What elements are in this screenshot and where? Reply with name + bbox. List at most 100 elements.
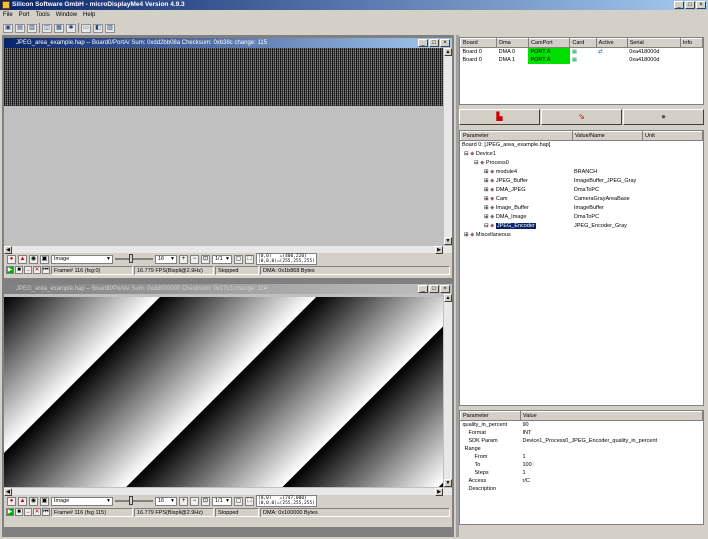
minimize-icon[interactable]: _ [418, 39, 428, 47]
tree-node-device1[interactable]: ⊟ ◆ Device1 [462, 150, 703, 159]
column-header[interactable]: Serial [626, 38, 681, 48]
record-dot-icon[interactable]: ● [623, 109, 704, 125]
minimize-icon[interactable]: _ [418, 285, 428, 293]
settings-icon[interactable]: ✱ [66, 23, 76, 33]
maximize-icon[interactable]: □ [429, 285, 439, 293]
zoom-in-icon[interactable]: + [179, 496, 188, 506]
tree-node-miscellaneous[interactable]: ⊞ ◆ Miscellaneous [462, 231, 703, 240]
vertical-scrollbar[interactable]: ▲ ▼ [443, 48, 452, 245]
scroll-left-icon[interactable]: ◀ [4, 246, 12, 254]
property-row[interactable]: Steps 1 [461, 469, 703, 477]
tree-node-dma-image[interactable]: ⊞ ◆ DMA_Image DmaToPC [462, 213, 703, 222]
step-icon[interactable]: ⏮ [42, 266, 50, 274]
zoom-fit-icon[interactable]: ⊡ [201, 496, 210, 506]
split-icon[interactable]: ◧ [93, 23, 103, 33]
save-icon[interactable]: ▥ [27, 23, 37, 33]
property-row[interactable]: Description [461, 485, 703, 493]
table-row[interactable]: Board 0 DMA 1 PORT A ▦ 0xa418000d [461, 55, 703, 64]
gradient-stripes-image[interactable] [4, 297, 443, 487]
slider-thumb[interactable] [129, 254, 133, 263]
column-header[interactable]: CamPort [527, 38, 571, 48]
horizontal-scrollbar[interactable]: ◀ ▶ [4, 487, 452, 496]
tree-node-dma-jpeg[interactable]: ⊞ ◆ DMA_JPEG DmaToPC [462, 186, 703, 195]
tree-node-jpeg-encoder[interactable]: ⊟ ◆ JPEG_Encoder JPEG_Encoder_Gray [462, 222, 703, 231]
zoom-select[interactable]: 16 [155, 254, 177, 264]
tree-node-process0[interactable]: ⊟ ◆ Process0 [462, 159, 703, 168]
record-icon[interactable]: ● [7, 254, 16, 264]
scroll-right-icon[interactable]: ▶ [435, 246, 443, 254]
scale-select[interactable]: 1/1 [212, 254, 232, 264]
menu-help[interactable]: Help [83, 10, 95, 21]
camera-icon[interactable]: ◫ [42, 23, 52, 33]
step-icon[interactable]: ⏮ [42, 508, 50, 516]
chart-icon[interactable]: ▙ [459, 109, 540, 125]
histogram-icon[interactable]: ▲ [18, 496, 27, 506]
menu-window[interactable]: Window [56, 10, 77, 21]
zoom-fit-icon[interactable]: ⊡ [201, 254, 210, 264]
column-header[interactable]: Value/Name [572, 131, 643, 141]
tree-node-module4[interactable]: ⊞ ◆ module4 BRANCH [462, 168, 703, 177]
zoom-select[interactable]: 16 [155, 496, 177, 506]
histogram-icon[interactable]: ▲ [18, 254, 27, 264]
property-row[interactable]: Range [461, 445, 703, 453]
zoom-out-icon[interactable]: − [190, 254, 199, 264]
board-icon[interactable]: ▦ [54, 23, 64, 33]
close-icon[interactable]: × [440, 39, 450, 47]
table-row[interactable]: Board 0 DMA 0 PORT A ▦ ⇄ 0xa418000d [461, 47, 703, 56]
load-icon[interactable]: ▤ [15, 23, 25, 33]
display-icon[interactable]: ▭ [81, 23, 91, 33]
stop-icon[interactable]: ■ [15, 266, 23, 274]
column-header[interactable]: Active [595, 38, 628, 48]
snapshot-icon[interactable]: ▣ [40, 496, 49, 506]
column-header[interactable]: Parameter [460, 411, 521, 421]
open-icon[interactable]: ▣ [3, 23, 13, 33]
fullscreen-icon[interactable]: ⛶ [245, 254, 254, 264]
vertical-scrollbar[interactable]: ▲ ▼ [443, 294, 452, 487]
property-row[interactable]: Access r/C [461, 477, 703, 485]
record-icon[interactable]: ● [7, 496, 16, 506]
property-row[interactable]: Format INT [461, 429, 703, 437]
tree-node-cam[interactable]: ⊞ ◆ Cam CameraGrayAreaBase [462, 195, 703, 204]
column-header[interactable]: Unit [642, 131, 703, 141]
play-icon[interactable]: ▶ [6, 508, 14, 516]
zoom-slider[interactable] [115, 254, 153, 263]
minimize-icon[interactable]: _ [674, 1, 684, 9]
column-header[interactable]: Info [679, 38, 704, 48]
zoom-in-icon[interactable]: + [179, 254, 188, 264]
image-select[interactable]: Image [51, 496, 113, 506]
maximize-icon[interactable]: □ [685, 1, 695, 9]
window-1-title[interactable]: JPEG_area_example.hap -- Board0/PortA/ S… [4, 38, 452, 48]
tree-root[interactable]: Board 0: [JPEG_area_example.hap] [462, 141, 703, 150]
next-icon[interactable]: → [24, 508, 32, 516]
property-row[interactable]: To 100 [461, 461, 703, 469]
tree-node-jpeg-buffer[interactable]: ⊞ ◆ JPEG_Buffer ImageBuffer_JPEG_Gray [462, 177, 703, 186]
window-2-title[interactable]: JPEG_area_example.hap -- Board0/PortA/ S… [4, 284, 452, 294]
scroll-down-icon[interactable]: ▼ [444, 479, 452, 487]
snapshot-icon[interactable]: ▣ [40, 254, 49, 264]
menu-tools[interactable]: Tools [36, 10, 50, 21]
close-icon[interactable]: × [696, 1, 706, 9]
menu-file[interactable]: File [3, 10, 13, 21]
grab-icon[interactable]: ◉ [29, 254, 38, 264]
next-icon[interactable]: → [24, 266, 32, 274]
property-row[interactable]: SDK Param Device1_Process0_JPEG_Encoder_q… [461, 437, 703, 445]
scroll-up-icon[interactable]: ▲ [444, 294, 452, 302]
stop-icon[interactable]: ■ [15, 508, 23, 516]
image-select[interactable]: Image [51, 254, 113, 264]
column-header[interactable]: Parameter [460, 131, 573, 141]
tile-icon[interactable]: ▥ [105, 23, 115, 33]
fullscreen-icon[interactable]: ⛶ [245, 496, 254, 506]
column-header[interactable]: Card [569, 38, 597, 48]
zoom-slider[interactable] [115, 496, 153, 505]
scale-select[interactable]: 1/1 [212, 496, 232, 506]
cancel-icon[interactable]: ✕ [33, 508, 41, 516]
menu-port[interactable]: Port [19, 10, 30, 21]
scroll-left-icon[interactable]: ◀ [4, 488, 12, 496]
scroll-up-icon[interactable]: ▲ [444, 48, 452, 56]
tree-node-image-buffer[interactable]: ⊞ ◆ Image_Buffer ImageBuffer [462, 204, 703, 213]
play-icon[interactable]: ▶ [6, 266, 14, 274]
fit-icon[interactable]: ▢ [234, 496, 243, 506]
close-icon[interactable]: × [440, 285, 450, 293]
cancel-icon[interactable]: ✕ [33, 266, 41, 274]
export-icon[interactable]: ⇘ [541, 109, 622, 125]
